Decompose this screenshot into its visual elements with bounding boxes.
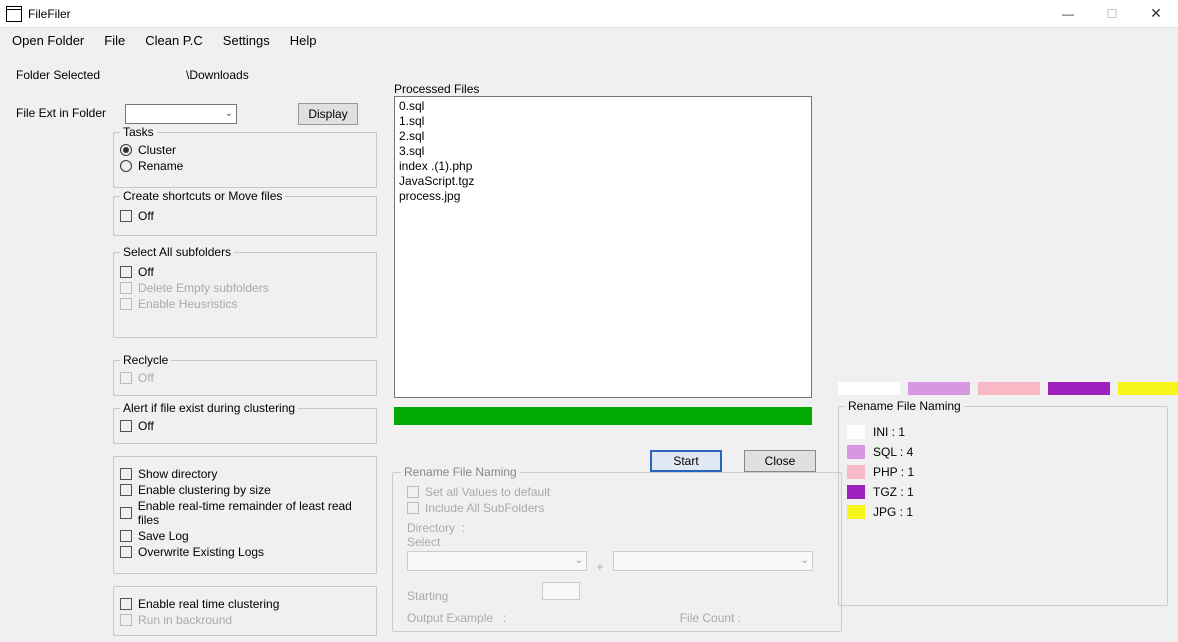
- run-background-check: Run in backround: [120, 613, 370, 627]
- select-label: Select: [407, 535, 827, 549]
- tasks-group: Tasks Cluster Rename: [113, 132, 377, 188]
- swatch: [978, 382, 1040, 395]
- start-button[interactable]: Start: [650, 450, 722, 472]
- display-button[interactable]: Display: [298, 103, 358, 125]
- enable-heuristics-check: Enable Heusristics: [120, 297, 370, 311]
- realtime-remainder-check[interactable]: Enable real-time remainder of least read…: [120, 499, 370, 527]
- cluster-by-size-check[interactable]: Enable clustering by size: [120, 483, 370, 497]
- stat-row: TGZ : 1: [847, 485, 1159, 499]
- delete-empty-check: Delete Empty subfolders: [120, 281, 370, 295]
- show-directory-check[interactable]: Show directory: [120, 467, 370, 481]
- alert-group: Alert if file exist during clustering Of…: [113, 408, 377, 444]
- recycle-off-check: Off: [120, 371, 370, 385]
- stat-row: INI : 1: [847, 425, 1159, 439]
- menu-help[interactable]: Help: [290, 33, 317, 48]
- shortcuts-off-check[interactable]: Off: [120, 209, 370, 223]
- menu-open-folder[interactable]: Open Folder: [12, 33, 84, 48]
- task-rename-radio[interactable]: Rename: [120, 159, 370, 173]
- recycle-title: Reclycle: [120, 353, 171, 367]
- stat-row: PHP : 1: [847, 465, 1159, 479]
- legend-swatch: [847, 425, 865, 439]
- swatch-bar: [838, 382, 1178, 396]
- list-item[interactable]: 1.sql: [399, 114, 807, 129]
- save-log-check[interactable]: Save Log: [120, 529, 370, 543]
- stat-row: SQL : 4: [847, 445, 1159, 459]
- options-group-2: Enable real time clustering Run in backr…: [113, 586, 377, 636]
- legend-swatch: [847, 505, 865, 519]
- file-count-label: File Count: [680, 611, 735, 625]
- maximize-button[interactable]: ☐: [1090, 0, 1134, 28]
- output-example-label: Output Example: [407, 611, 493, 625]
- file-ext-label: File Ext in Folder: [16, 106, 106, 120]
- close-window-button[interactable]: ✕: [1134, 0, 1178, 28]
- realtime-clustering-check[interactable]: Enable real time clustering: [120, 597, 370, 611]
- processed-files-list[interactable]: 0.sql 1.sql 2.sql 3.sql index .(1).php J…: [394, 96, 812, 398]
- recycle-group: Reclycle Off: [113, 360, 377, 396]
- menu-bar: Open Folder File Clean P.C Settings Help: [0, 28, 1178, 52]
- list-item[interactable]: process.jpg: [399, 189, 807, 204]
- rename-select-2: ⌄: [613, 551, 813, 571]
- minimize-button[interactable]: —: [1046, 0, 1090, 28]
- app-icon: [6, 6, 22, 22]
- stats-title: Rename File Naming: [845, 399, 964, 413]
- legend-swatch: [847, 485, 865, 499]
- set-defaults-check: Set all Values to default: [407, 485, 827, 499]
- swatch: [1118, 382, 1178, 395]
- task-cluster-radio[interactable]: Cluster: [120, 143, 370, 157]
- overwrite-logs-check[interactable]: Overwrite Existing Logs: [120, 545, 370, 559]
- menu-settings[interactable]: Settings: [223, 33, 270, 48]
- starting-label: Starting: [407, 589, 448, 603]
- subfolders-group: Select All subfolders Off Delete Empty s…: [113, 252, 377, 338]
- stat-row: JPG : 1: [847, 505, 1159, 519]
- rename-select-1: ⌄: [407, 551, 587, 571]
- list-item[interactable]: index .(1).php: [399, 159, 807, 174]
- list-item[interactable]: 0.sql: [399, 99, 807, 114]
- subfolders-title: Select All subfolders: [120, 245, 234, 259]
- options-group-1: Show directory Enable clustering by size…: [113, 456, 377, 574]
- menu-clean-pc[interactable]: Clean P.C: [145, 33, 203, 48]
- alert-title: Alert if file exist during clustering: [120, 401, 298, 415]
- file-ext-combo[interactable]: ⌄: [125, 104, 237, 124]
- list-item[interactable]: 3.sql: [399, 144, 807, 159]
- folder-selected-label: Folder Selected: [16, 68, 100, 82]
- progress-bar: [394, 407, 812, 425]
- list-item[interactable]: 2.sql: [399, 129, 807, 144]
- chevron-down-icon: ⌄: [800, 555, 808, 566]
- rename-title: Rename File Naming: [401, 465, 520, 479]
- swatch: [838, 382, 900, 395]
- legend-swatch: [847, 465, 865, 479]
- include-subfolders-check: Include All SubFolders: [407, 501, 827, 515]
- swatch: [908, 382, 970, 395]
- processed-files-label: Processed Files: [394, 82, 479, 96]
- tasks-title: Tasks: [120, 125, 157, 139]
- title-bar: FileFiler — ☐ ✕: [0, 0, 1178, 28]
- window-title: FileFiler: [28, 7, 71, 21]
- list-item[interactable]: JavaScript.tgz: [399, 174, 807, 189]
- rename-file-naming-group: Rename File Naming Set all Values to def…: [392, 472, 842, 632]
- starting-input: [542, 582, 580, 600]
- swatch: [1048, 382, 1110, 395]
- stats-group: Rename File Naming INI : 1 SQL : 4 PHP :…: [838, 406, 1168, 606]
- shortcuts-title: Create shortcuts or Move files: [120, 189, 285, 203]
- folder-path: \Downloads: [186, 68, 249, 82]
- chevron-down-icon: ⌄: [225, 108, 233, 119]
- chevron-down-icon: ⌄: [575, 555, 583, 566]
- alert-off-check[interactable]: Off: [120, 419, 370, 433]
- close-button[interactable]: Close: [744, 450, 816, 472]
- menu-file[interactable]: File: [104, 33, 125, 48]
- shortcuts-group: Create shortcuts or Move files Off: [113, 196, 377, 236]
- legend-swatch: [847, 445, 865, 459]
- subfolders-off-check[interactable]: Off: [120, 265, 370, 279]
